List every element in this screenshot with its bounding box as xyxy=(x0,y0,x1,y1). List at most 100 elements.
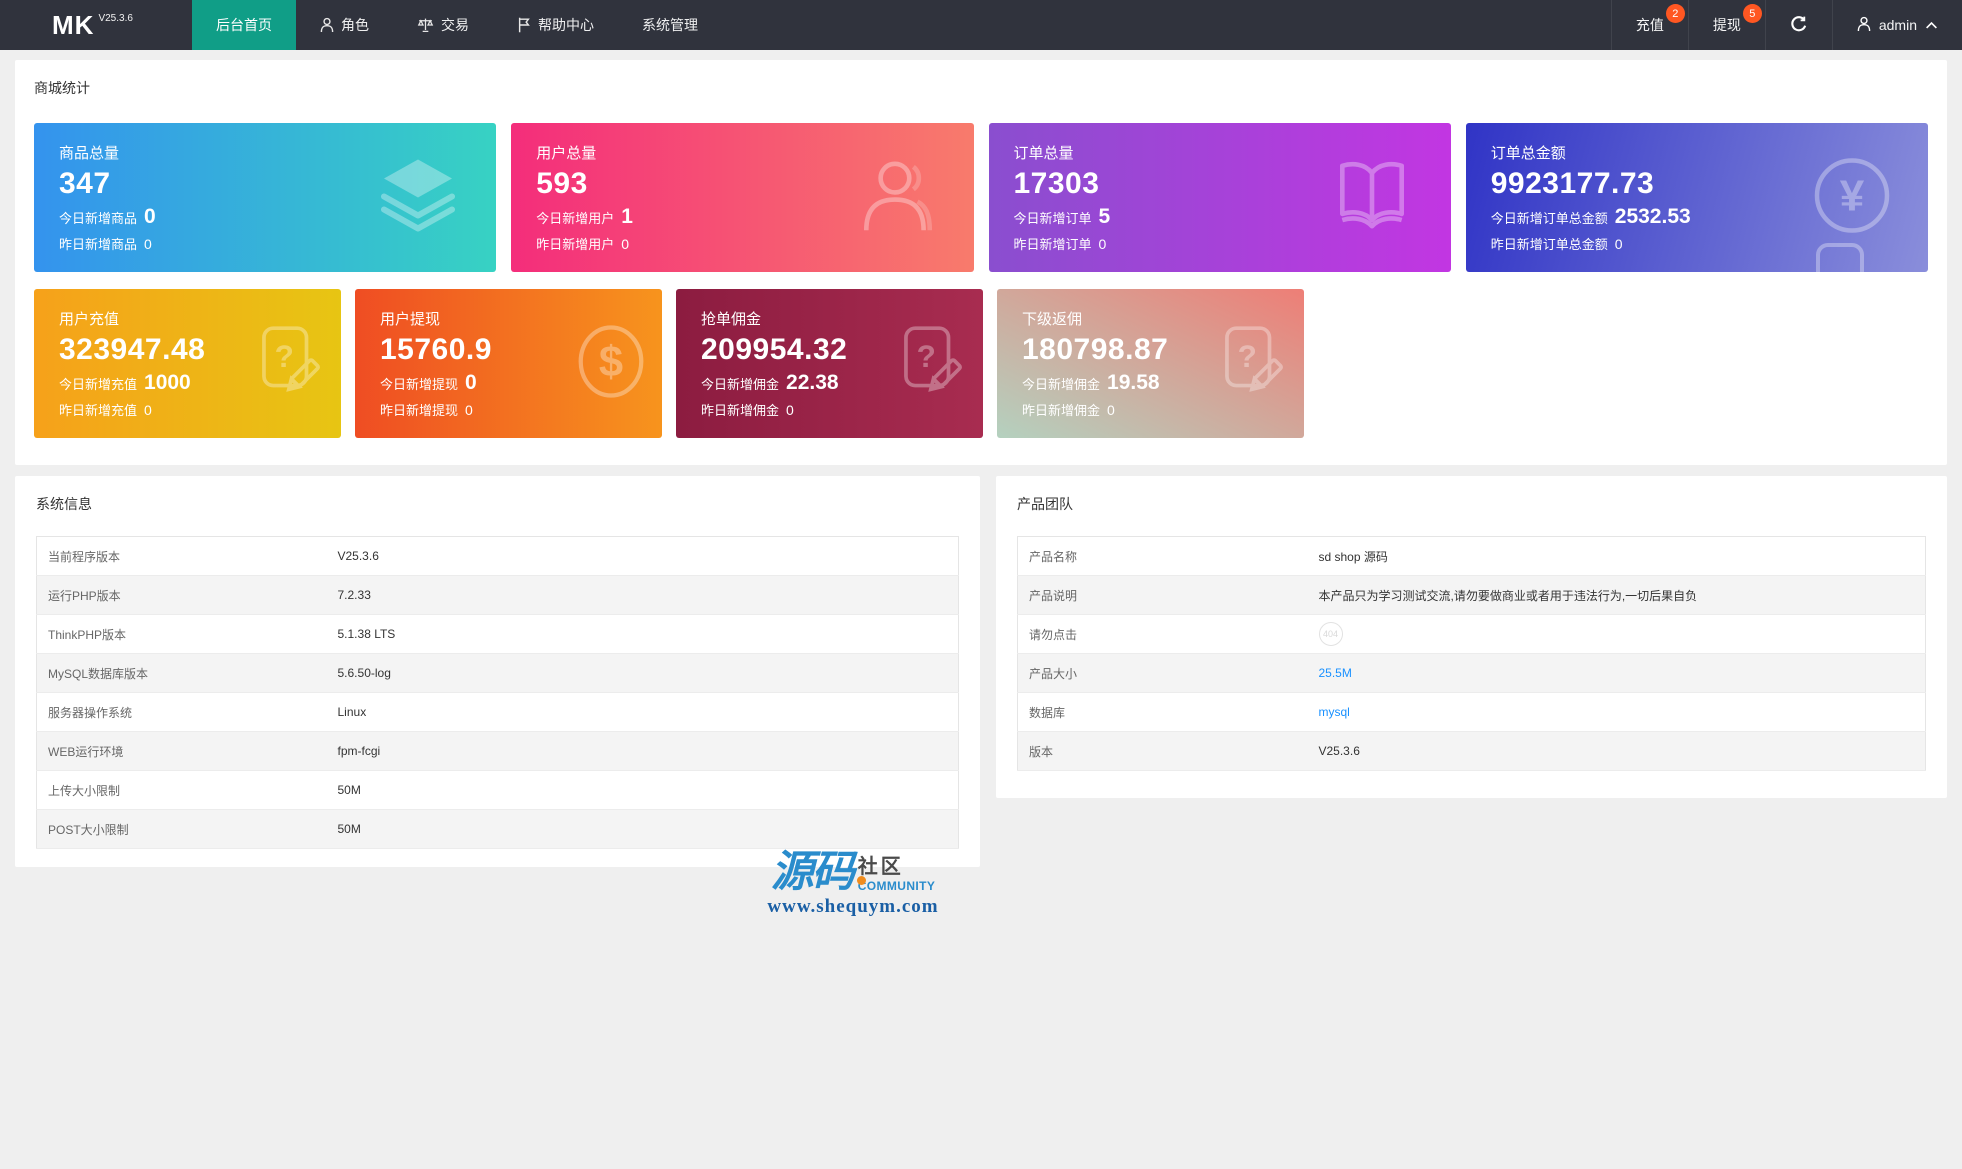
row-label: 当前程序版本 xyxy=(36,536,327,576)
table-row: 上传大小限制 50M xyxy=(36,770,959,810)
row-label: 服务器操作系统 xyxy=(36,692,327,732)
row-value: mysql xyxy=(1307,692,1926,732)
menu-item-home[interactable]: 后台首页 xyxy=(192,0,296,50)
row-label: 上传大小限制 xyxy=(36,770,327,810)
user-icon xyxy=(1857,16,1871,35)
stat-card-order-commission: 抢单佣金 209954.32 今日新增佣金 22.38 昨日新增佣金 0 ? xyxy=(676,289,983,438)
stat-today-label: 今日新增提现 xyxy=(380,377,459,392)
menu-item-label: 帮助中心 xyxy=(538,17,594,33)
top-navbar: MK V25.3.6 后台首页 角色 交易 帮助中心 系统管理 充值 2 提现 … xyxy=(0,0,1962,50)
menu-item-help-center[interactable]: 帮助中心 xyxy=(493,0,618,50)
row-label: 版本 xyxy=(1017,731,1308,771)
row-label: 运行PHP版本 xyxy=(36,575,327,615)
flag-icon xyxy=(517,17,531,33)
stat-yesterday-value: 0 xyxy=(786,402,794,418)
doc-question-pencil-icon: ? xyxy=(893,322,967,405)
stat-card-orders: 订单总量 17303 今日新增订单 5 昨日新增订单 0 xyxy=(988,123,1451,272)
user-menu[interactable]: admin xyxy=(1831,0,1962,50)
dollar-circle-icon: $ xyxy=(576,323,646,404)
svg-text:?: ? xyxy=(1238,339,1257,374)
doc-question-pencil-icon: ? xyxy=(1214,322,1288,405)
table-row: 服务器操作系统 Linux xyxy=(36,692,959,732)
stat-yesterday-label: 昨日新增提现 xyxy=(380,403,459,418)
table-row: ThinkPHP版本 5.1.38 LTS xyxy=(36,614,959,654)
system-info-title: 系统信息 xyxy=(36,496,92,512)
table-row: 产品大小 25.5M xyxy=(1017,653,1926,693)
table-row: WEB运行环境 fpm-fcgi xyxy=(36,731,959,771)
product-size-link[interactable]: 25.5M xyxy=(1319,666,1352,680)
watermark-cn-primary: 源码 xyxy=(770,848,855,896)
recharge-label: 充值 xyxy=(1635,17,1664,33)
system-info-panel: 系统信息 当前程序版本 V25.3.6 运行PHP版本 7.2.33 Think… xyxy=(15,476,980,867)
stats-row-2: 用户充值 323947.48 今日新增充值 1000 昨日新增充值 0 ? 用户… xyxy=(34,289,1928,438)
shop-stats-panel: 商城统计 商品总量 347 今日新增商品 0 昨日新增商品 0 用户总量 593… xyxy=(15,60,1947,465)
stat-today-value: 2532.53 xyxy=(1614,205,1691,228)
watermark-url-link[interactable]: www.shequym.com xyxy=(740,896,966,918)
row-value: V25.3.6 xyxy=(326,536,959,576)
database-link[interactable]: mysql xyxy=(1319,705,1350,719)
stat-today-label: 今日新增佣金 xyxy=(1022,377,1101,392)
stat-today-value: 1 xyxy=(621,205,633,228)
recharge-badge: 2 xyxy=(1665,4,1685,23)
stat-today-value: 0 xyxy=(144,205,156,228)
stat-today-label: 今日新增订单总金额 xyxy=(1490,211,1608,226)
row-value: 50M xyxy=(326,770,959,810)
stat-today-label: 今日新增充值 xyxy=(59,377,138,392)
menu-item-trade[interactable]: 交易 xyxy=(393,0,493,50)
product-team-panel: 产品团队 产品名称 sd shop 源码 产品说明 本产品只为学习测试交流,请勿… xyxy=(996,476,1947,798)
main-menu: 后台首页 角色 交易 帮助中心 系统管理 xyxy=(192,0,722,50)
clipped-doc-icon xyxy=(1802,239,1882,272)
menu-item-roles[interactable]: 角色 xyxy=(296,0,393,50)
row-value: 50M xyxy=(326,809,959,849)
stat-today-value: 22.38 xyxy=(786,371,839,394)
stat-yesterday-label: 昨日新增佣金 xyxy=(1022,403,1101,418)
do-not-click-404-badge[interactable]: 404 xyxy=(1318,622,1343,646)
withdraw-button[interactable]: 提现 5 xyxy=(1687,0,1765,50)
info-panels-row: 系统信息 当前程序版本 V25.3.6 运行PHP版本 7.2.33 Think… xyxy=(15,476,1947,867)
row-label: MySQL数据库版本 xyxy=(36,653,327,693)
menu-item-system[interactable]: 系统管理 xyxy=(618,0,722,50)
stat-yesterday-value: 0 xyxy=(465,402,473,418)
stat-yesterday-value: 0 xyxy=(621,236,630,252)
menu-item-label: 后台首页 xyxy=(216,17,272,33)
table-row: POST大小限制 50M xyxy=(36,809,959,849)
navbar-actions: 充值 2 提现 5 admin xyxy=(1610,0,1962,50)
row-label: 产品名称 xyxy=(1017,536,1308,576)
layers-icon xyxy=(376,153,460,242)
row-value: sd shop 源码 xyxy=(1307,536,1926,576)
stat-today-value: 1000 xyxy=(144,371,191,394)
product-team-table: 产品名称 sd shop 源码 产品说明 本产品只为学习测试交流,请勿要做商业或… xyxy=(1017,536,1926,771)
app-version: V25.3.6 xyxy=(98,12,133,24)
row-value: fpm-fcgi xyxy=(326,731,959,771)
stat-today-label: 今日新增佣金 xyxy=(701,377,780,392)
stat-yesterday-label: 昨日新增用户 xyxy=(536,237,615,252)
watermark-cn-secondary: 社区 xyxy=(857,856,904,878)
menu-item-label: 角色 xyxy=(341,17,369,33)
stat-yesterday-value: 0 xyxy=(144,236,152,252)
table-row: MySQL数据库版本 5.6.50-log xyxy=(36,653,959,693)
refresh-button[interactable] xyxy=(1764,0,1832,50)
stat-yesterday-value: 0 xyxy=(1614,236,1623,252)
stat-yesterday-label: 昨日新增订单总金额 xyxy=(1490,237,1608,252)
row-label: 数据库 xyxy=(1017,692,1308,732)
chevron-up-icon xyxy=(1925,17,1938,33)
table-row: 请勿点击 404 xyxy=(1017,614,1926,654)
stat-card-order-amount: 订单总金额 9923177.73 今日新增订单总金额 2532.53 昨日新增订… xyxy=(1465,123,1928,272)
table-row: 当前程序版本 V25.3.6 xyxy=(36,536,959,576)
row-label: 请勿点击 xyxy=(1017,614,1308,654)
app-logo: MK V25.3.6 xyxy=(0,0,192,50)
row-label: POST大小限制 xyxy=(36,809,327,849)
row-value: 本产品只为学习测试交流,请勿要做商业或者用于违法行为,一切后果自负 xyxy=(1307,575,1926,615)
doc-question-pencil-icon: ? xyxy=(251,322,325,405)
stat-card-sub-rebate: 下级返佣 180798.87 今日新增佣金 19.58 昨日新增佣金 0 ? xyxy=(997,289,1304,438)
withdraw-label: 提现 xyxy=(1712,17,1741,33)
svg-text:?: ? xyxy=(275,339,294,374)
recharge-button[interactable]: 充值 2 xyxy=(1610,0,1688,50)
table-row: 产品说明 本产品只为学习测试交流,请勿要做商业或者用于违法行为,一切后果自负 xyxy=(1017,575,1926,615)
main-content: 商城统计 商品总量 347 今日新增商品 0 昨日新增商品 0 用户总量 593… xyxy=(0,50,1962,867)
row-label: ThinkPHP版本 xyxy=(36,614,327,654)
stat-yesterday-label: 昨日新增订单 xyxy=(1013,237,1092,252)
stat-today-value: 19.58 xyxy=(1107,371,1160,394)
withdraw-badge: 5 xyxy=(1742,4,1762,23)
stat-yesterday-label: 昨日新增商品 xyxy=(59,237,138,252)
